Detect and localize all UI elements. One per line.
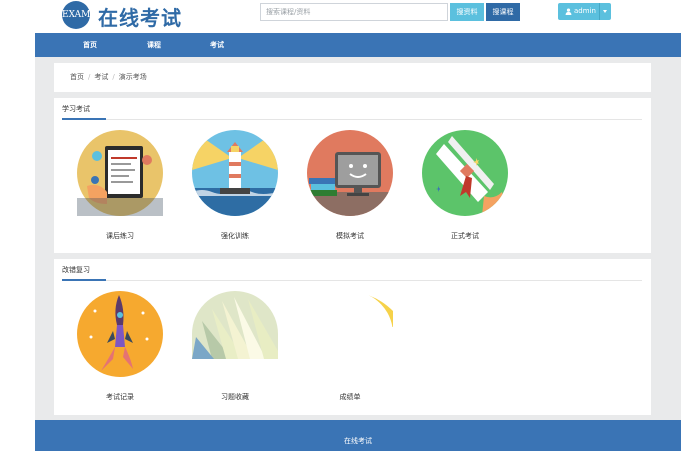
tablet-icon (77, 130, 163, 216)
user-name: admin (574, 7, 596, 15)
tile-label: 模拟考试 (336, 232, 364, 240)
rocket-icon (77, 291, 163, 377)
nav-item-courses[interactable]: 课程 (147, 33, 161, 57)
review-panel: 改错复习 考试记录 习题收藏 成绩单 (54, 259, 651, 415)
logo-badge[interactable]: EXAM (62, 1, 90, 29)
tile-label: 正式考试 (451, 232, 479, 240)
nav-item-exams[interactable]: 考试 (210, 33, 224, 57)
book-pages-icon (192, 291, 278, 359)
search-materials-button[interactable]: 搜资料 (450, 3, 484, 21)
panel-title-underline (62, 118, 106, 120)
tile-practice[interactable]: 课后练习 (70, 128, 170, 248)
panel-title-underline (62, 279, 106, 281)
breadcrumb-exams[interactable]: 考试 (94, 73, 108, 81)
main-nav: 首页 课程 考试 (35, 33, 681, 57)
breadcrumb-current: 演示考场 (118, 73, 147, 81)
study-exam-panel: 学习考试 课后练习 强化训练 模拟考试 正式考试 (54, 98, 651, 253)
panel-title: 学习考试 (62, 105, 90, 113)
nav-item-home[interactable]: 首页 (83, 33, 97, 57)
breadcrumb: 首页 / 考试 / 演示考场 (54, 63, 651, 92)
user-menu-button[interactable]: admin (558, 3, 611, 20)
footer-text: 在线考试 (344, 437, 372, 445)
chevron-down-icon[interactable] (603, 10, 607, 13)
breadcrumb-home[interactable]: 首页 (70, 73, 84, 81)
dropdown-divider (599, 3, 600, 20)
breadcrumb-separator: / (112, 73, 115, 81)
tile-label: 成绩单 (339, 393, 361, 401)
tile-label: 课后练习 (106, 232, 134, 240)
tile-transcript[interactable]: 成绩单 (300, 289, 400, 409)
tile-exam-records[interactable]: 考试记录 (70, 289, 170, 409)
tile-formal-exam[interactable]: 正式考试 (415, 128, 515, 248)
breadcrumb-separator: / (88, 73, 91, 81)
tile-mock-exam[interactable]: 模拟考试 (300, 128, 400, 248)
tile-intensive-training[interactable]: 强化训练 (185, 128, 285, 248)
user-icon (565, 8, 572, 15)
main-content: 首页 / 考试 / 演示考场 学习考试 课后练习 强化训练 模拟考试 正式考试 … (35, 57, 681, 420)
search-input[interactable] (260, 3, 448, 21)
search-courses-button[interactable]: 搜课程 (486, 3, 520, 21)
panel-title: 改错复习 (62, 266, 90, 274)
lighthouse-icon (192, 130, 278, 216)
panel-divider (62, 280, 642, 281)
diploma-icon (422, 130, 508, 216)
tile-label: 习题收藏 (221, 393, 249, 401)
tile-favorite-questions[interactable]: 习题收藏 (185, 289, 285, 409)
site-title[interactable]: 在线考试 (98, 2, 182, 31)
monitor-icon (307, 130, 393, 216)
header: EXAM 在线考试 搜资料 搜课程 admin (0, 0, 691, 33)
footer: 在线考试 (35, 420, 681, 451)
tile-label: 考试记录 (106, 393, 134, 401)
graph-icon (307, 291, 393, 334)
panel-divider (62, 119, 642, 120)
tile-label: 强化训练 (221, 232, 249, 240)
